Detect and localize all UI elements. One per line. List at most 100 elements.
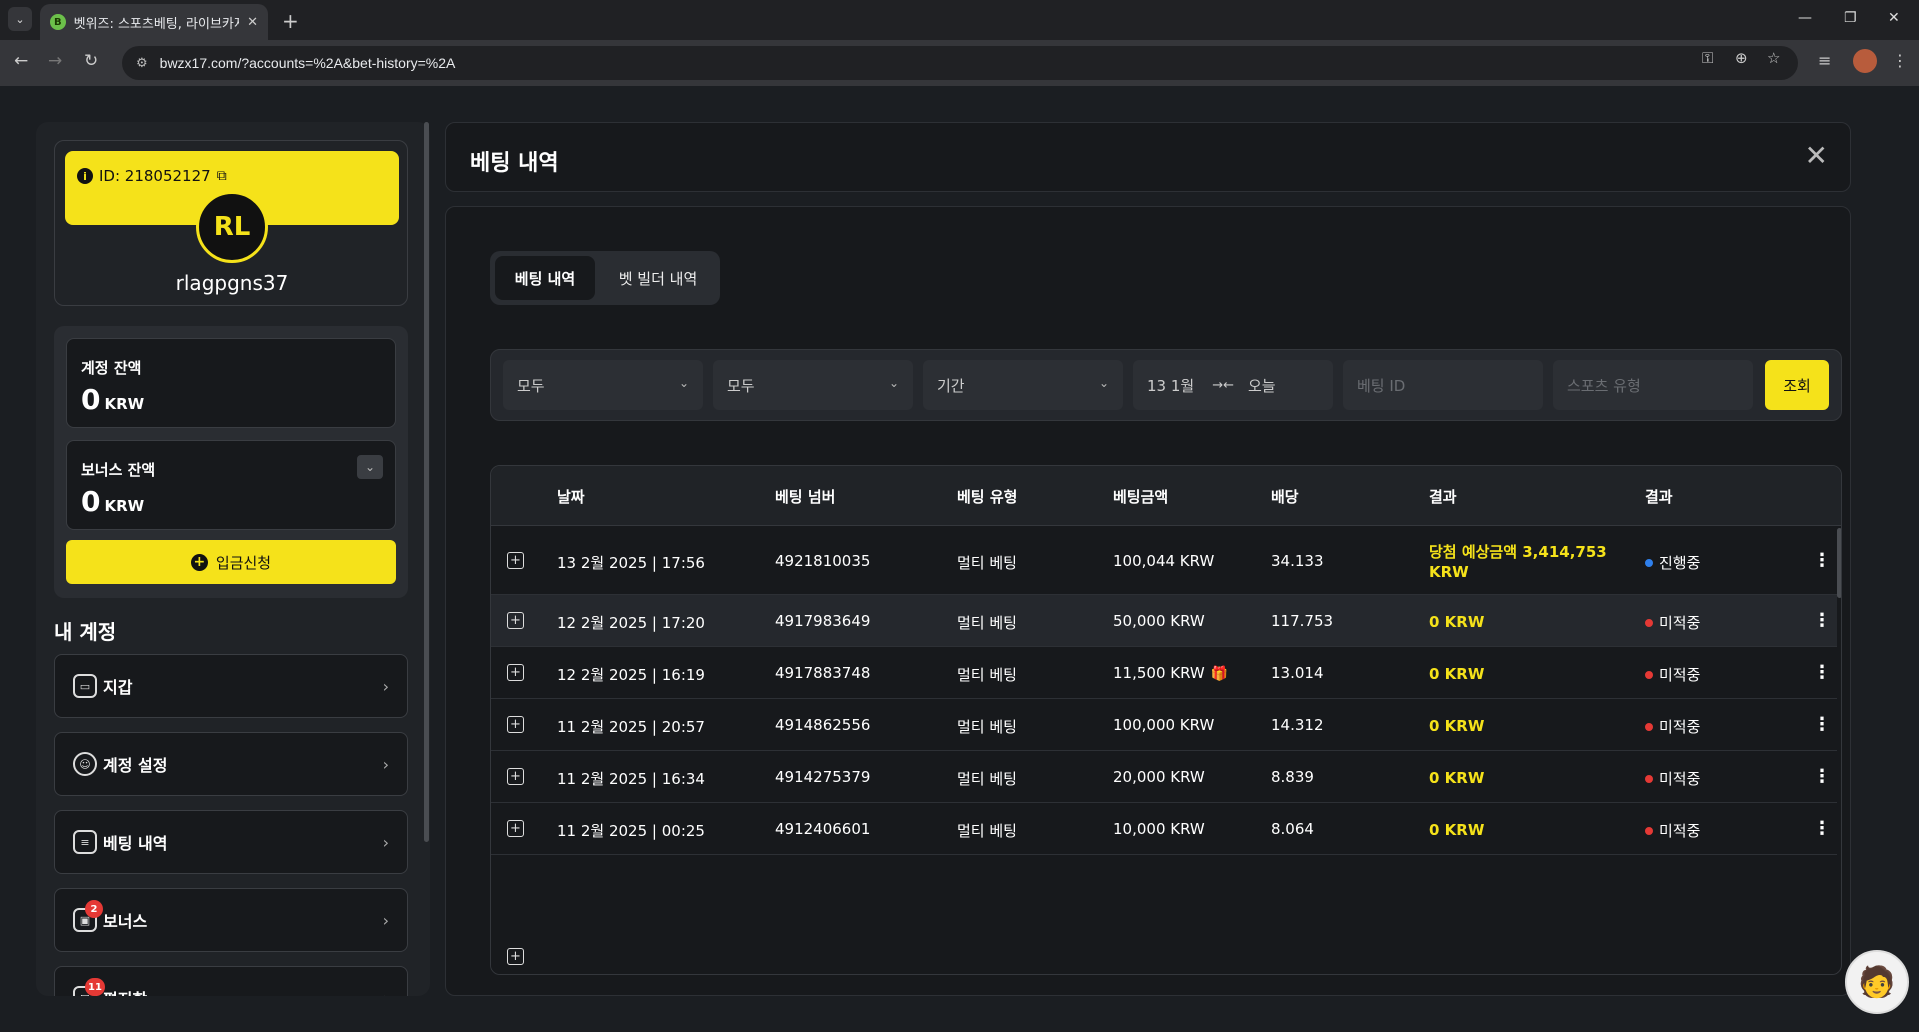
menu-label: 보너스 — [103, 912, 148, 931]
bet-odds: 8.064 — [1271, 820, 1314, 838]
status-dot — [1645, 826, 1653, 835]
filter-select-1[interactable]: 모두 ⌄ — [503, 360, 703, 410]
password-key-icon[interactable]: ⚿ — [1702, 49, 1713, 67]
profile-avatar-icon[interactable] — [1853, 49, 1877, 73]
support-chat-avatar-icon[interactable]: 🧑 — [1845, 950, 1909, 1014]
close-icon[interactable]: ✕ — [1805, 139, 1828, 172]
gift-icon: 🎁 — [1210, 666, 1229, 682]
wallet-icon: ▭ — [73, 674, 97, 698]
bet-amount: 50,000 KRW — [1113, 612, 1205, 630]
menu-label: 지갑 — [103, 678, 133, 697]
status-badge: 미적중 — [1645, 664, 1700, 685]
browser-toolbar: ← → ↻ ⚙ bwzx17.com/?accounts=%2A&bet-his… — [0, 40, 1919, 86]
table-scrollbar[interactable] — [1837, 528, 1841, 598]
more-options-icon[interactable]: ⋮ — [1813, 662, 1831, 683]
tab-title: 벳위즈: 스포츠베팅, 라이브카지 — [73, 16, 240, 32]
more-options-icon[interactable]: ⋮ — [1813, 550, 1831, 571]
menu-item-bet-history[interactable]: ≡ 베팅 내역 › — [54, 810, 408, 874]
address-bar[interactable]: ⚙ bwzx17.com/?accounts=%2A&bet-history=%… — [122, 46, 1798, 80]
menu-item-account-settings[interactable]: ☺ 계정 설정 › — [54, 732, 408, 796]
more-options-icon[interactable]: ⋮ — [1813, 818, 1831, 839]
browser-tabbar: ⌄ B 벳위즈: 스포츠베팅, 라이브카지 ✕ + — ❐ ✕ — [0, 0, 1919, 40]
more-options-icon[interactable]: ⋮ — [1813, 766, 1831, 787]
bet-number: 4914862556 — [775, 716, 871, 734]
browser-menu-icon[interactable]: ⋮ — [1892, 51, 1908, 70]
header-bet-type: 베팅 유형 — [957, 488, 1018, 506]
chevron-down-icon[interactable]: ⌄ — [357, 455, 383, 479]
expand-icon[interactable]: + — [507, 664, 524, 681]
user-id: ID: 218052127 — [99, 167, 211, 185]
browser-tab[interactable]: B 벳위즈: 스포츠베팅, 라이브카지 ✕ — [40, 4, 268, 40]
menu-item-wallet[interactable]: ▭ 지갑 › — [54, 654, 408, 718]
gift-icon: ▣ 2 — [73, 900, 103, 932]
bet-amount: 10,000 KRW — [1113, 820, 1205, 838]
my-account-title: 내 계정 — [54, 620, 117, 644]
back-icon[interactable]: ← — [14, 51, 28, 71]
date-range-picker[interactable]: 13 1월 →← 오늘 — [1133, 360, 1333, 410]
table-row[interactable]: +11 2월 2025 | 16:34 4914275379 멀티 베팅 20,000… — [491, 751, 1837, 803]
deposit-button[interactable]: + 입금신청 — [66, 540, 396, 584]
table-row[interactable]: +11 2월 2025 | 00:25 4912406601 멀티 베팅 10,000… — [491, 803, 1837, 855]
bet-id-input[interactable]: 베팅 ID — [1343, 360, 1543, 410]
sport-type-input[interactable]: 스포츠 유형 — [1553, 360, 1753, 410]
tab-bet-history[interactable]: 베팅 내역 — [495, 256, 595, 300]
bet-date: 12 2월 2025 | 17:20 — [557, 614, 705, 632]
table-row[interactable]: +12 2월 2025 | 16:19 4917883748 멀티 베팅 11,500… — [491, 647, 1837, 699]
expand-icon[interactable]: + — [507, 820, 524, 837]
inbox-icon: ✉11 — [73, 978, 105, 996]
reading-list-icon[interactable]: ≡ — [1818, 51, 1831, 70]
menu-item-bonus[interactable]: ▣ 2 보너스 › — [54, 888, 408, 952]
account-balance-label: 계정 잔액 — [81, 359, 142, 377]
sidebar-scrollbar[interactable] — [424, 122, 429, 842]
more-options-icon[interactable]: ⋮ — [1813, 610, 1831, 631]
bet-odds: 14.312 — [1271, 716, 1324, 734]
tab-search-icon[interactable]: ⌄ — [8, 7, 32, 31]
site-info-icon[interactable]: ⚙ — [136, 56, 148, 71]
period-select[interactable]: 기간 ⌄ — [923, 360, 1123, 410]
restore-icon[interactable]: ❐ — [1844, 10, 1857, 26]
expand-icon[interactable]: + — [507, 716, 524, 733]
bet-result: 0 KRW — [1429, 613, 1485, 631]
expand-icon[interactable]: + — [507, 552, 524, 569]
zoom-icon[interactable]: ⊕ — [1735, 49, 1748, 67]
bonus-balance-card: 보너스 잔액 0 KRW ⌄ — [66, 440, 396, 530]
reload-icon[interactable]: ↻ — [84, 51, 98, 71]
sport-type-placeholder: 스포츠 유형 — [1567, 376, 1641, 395]
expand-icon[interactable]: + — [507, 948, 524, 965]
bet-amount: 11,500 KRW 🎁 — [1113, 664, 1229, 682]
table-row[interactable]: +13 2월 2025 | 17:56 4921810035 멀티 베팅 100,04… — [491, 527, 1837, 595]
table-row[interactable]: +11 2월 2025 | 20:57 4914862556 멀티 베팅 100,00… — [491, 699, 1837, 751]
header-amount: 베팅금액 — [1113, 488, 1169, 506]
bet-type: 멀티 베팅 — [957, 770, 1017, 788]
bet-odds: 8.839 — [1271, 768, 1314, 786]
filter-select-2[interactable]: 모두 ⌄ — [713, 360, 913, 410]
copy-icon[interactable]: ⧉ — [217, 168, 227, 184]
page-header: 베팅 내역 ✕ — [445, 122, 1851, 192]
bookmark-star-icon[interactable]: ☆ — [1767, 49, 1780, 67]
tab-bet-builder-history[interactable]: 벳 빌더 내역 — [602, 256, 714, 300]
bet-result: 당첨 예상금액 3,414,753 KRW — [1429, 543, 1607, 581]
expand-icon[interactable]: + — [507, 612, 524, 629]
bet-amount: 100,000 KRW — [1113, 716, 1215, 734]
bet-history-table: 날짜 베팅 넘버 베팅 유형 베팅금액 배당 결과 결과 +13 2월 2025… — [490, 465, 1842, 975]
header-date: 날짜 — [557, 488, 585, 506]
tab-close-icon[interactable]: ✕ — [247, 15, 258, 30]
page-title: 베팅 내역 — [470, 151, 559, 176]
new-tab-icon[interactable]: + — [282, 9, 299, 33]
profile-card: i ID: 218052127 ⧉ RL rlagpgns37 — [54, 140, 408, 306]
bet-date: 11 2월 2025 | 16:34 — [557, 770, 705, 788]
table-row[interactable]: +12 2월 2025 | 17:20 4917983649 멀티 베팅 50,000… — [491, 595, 1837, 647]
chevron-down-icon: ⌄ — [678, 376, 689, 390]
menu-item-inbox[interactable]: ✉11 편지함 › — [54, 966, 408, 996]
search-button[interactable]: 조회 — [1765, 360, 1829, 410]
bet-odds: 34.133 — [1271, 552, 1324, 570]
bonus-balance-label: 보너스 잔액 — [81, 461, 156, 479]
window-close-icon[interactable]: ✕ — [1888, 10, 1900, 26]
minimize-icon[interactable]: — — [1798, 10, 1812, 26]
bet-history-panel: 베팅 내역 벳 빌더 내역 모두 ⌄ 모두 ⌄ 기간 ⌄ 13 1월 →← 오늘… — [445, 206, 1851, 996]
expand-icon[interactable]: + — [507, 768, 524, 785]
table-row[interactable]: + — [491, 928, 1837, 974]
bet-result: 0 KRW — [1429, 665, 1485, 683]
forward-icon[interactable]: → — [48, 51, 62, 71]
more-options-icon[interactable]: ⋮ — [1813, 714, 1831, 735]
